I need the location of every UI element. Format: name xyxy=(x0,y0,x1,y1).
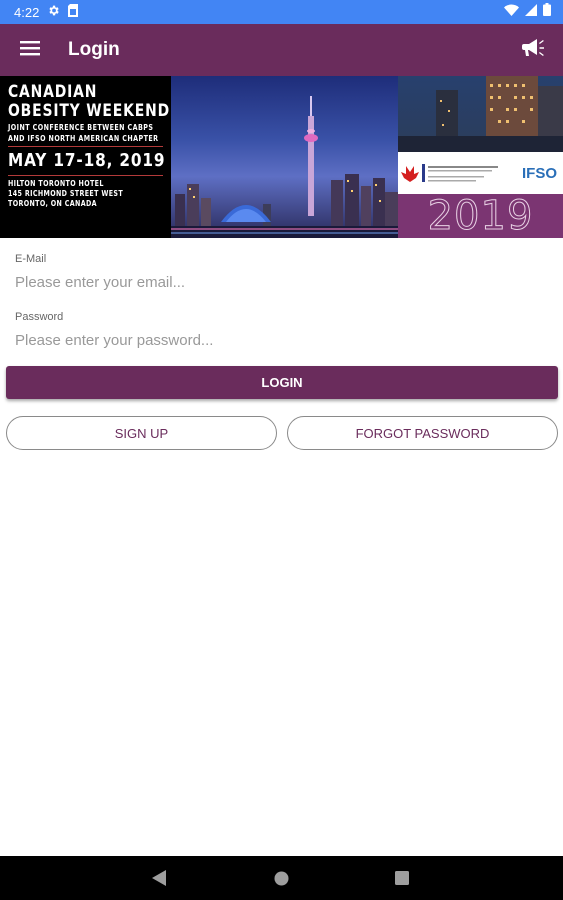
password-field[interactable] xyxy=(15,327,548,353)
status-time: 4:22 xyxy=(14,4,40,20)
banner-year-text: 2019 xyxy=(427,193,534,239)
login-button[interactable]: LOGIN xyxy=(6,366,558,399)
banner-logo-panel: IFSO 2019 xyxy=(398,76,563,238)
banner-venue-line1: HILTON TORONTO HOTEL xyxy=(8,179,104,188)
toronto-skyline-image xyxy=(171,76,398,238)
banner-title-line2: OBESITY WEEKEND xyxy=(8,101,170,121)
conference-banner: CANADIAN OBESITY WEEKEND JOINT CONFERENC… xyxy=(0,76,563,238)
ifso-logo: IFSO xyxy=(521,165,557,182)
battery-icon xyxy=(543,3,551,21)
banner-year: 2019 xyxy=(398,193,563,239)
megaphone-icon xyxy=(522,38,544,63)
banner-divider xyxy=(8,175,163,176)
email-label: E-Mail xyxy=(15,253,47,265)
app-bar: Login xyxy=(0,24,563,76)
announcements-button[interactable] xyxy=(511,24,555,76)
hotel-image xyxy=(398,76,563,152)
status-left: 4:22 xyxy=(14,4,79,20)
banner-venue-line2: 145 RICHMOND STREET WEST xyxy=(8,189,124,198)
banner-text-panel: CANADIAN OBESITY WEEKEND JOINT CONFERENC… xyxy=(0,76,171,238)
banner-divider xyxy=(8,146,163,147)
banner-subtitle-line2: AND IFSO NORTH AMERICAN CHAPTER xyxy=(8,134,159,143)
forgot-password-button[interactable]: FORGOT PASSWORD xyxy=(287,416,558,450)
banner-subtitle-line1: JOINT CONFERENCE BETWEEN CABPS xyxy=(8,123,154,132)
email-field[interactable] xyxy=(15,269,548,295)
recents-icon[interactable] xyxy=(395,871,409,890)
sign-up-button[interactable]: SIGN UP xyxy=(6,416,277,450)
maple-leaf-logo xyxy=(401,164,498,182)
wifi-icon xyxy=(504,3,519,21)
menu-button[interactable] xyxy=(0,24,60,76)
signal-icon xyxy=(525,3,537,21)
sim-card-icon xyxy=(68,4,79,20)
sponsor-logos: IFSO xyxy=(398,152,563,194)
status-bar: 4:22 xyxy=(0,0,563,24)
skyline-illustration xyxy=(171,96,398,238)
banner-venue-line3: TORONTO, ON CANADA xyxy=(8,199,97,208)
system-nav-bar xyxy=(0,856,563,900)
gear-icon xyxy=(47,4,60,20)
status-right xyxy=(504,3,551,21)
page-title: Login xyxy=(68,39,120,60)
back-icon[interactable] xyxy=(152,870,166,891)
password-label: Password xyxy=(15,311,64,323)
hamburger-menu-icon xyxy=(20,40,40,61)
banner-dates: MAY 17-18, 2019 xyxy=(8,150,166,171)
home-icon[interactable] xyxy=(274,871,289,891)
banner-title-line1: CANADIAN xyxy=(8,82,98,102)
